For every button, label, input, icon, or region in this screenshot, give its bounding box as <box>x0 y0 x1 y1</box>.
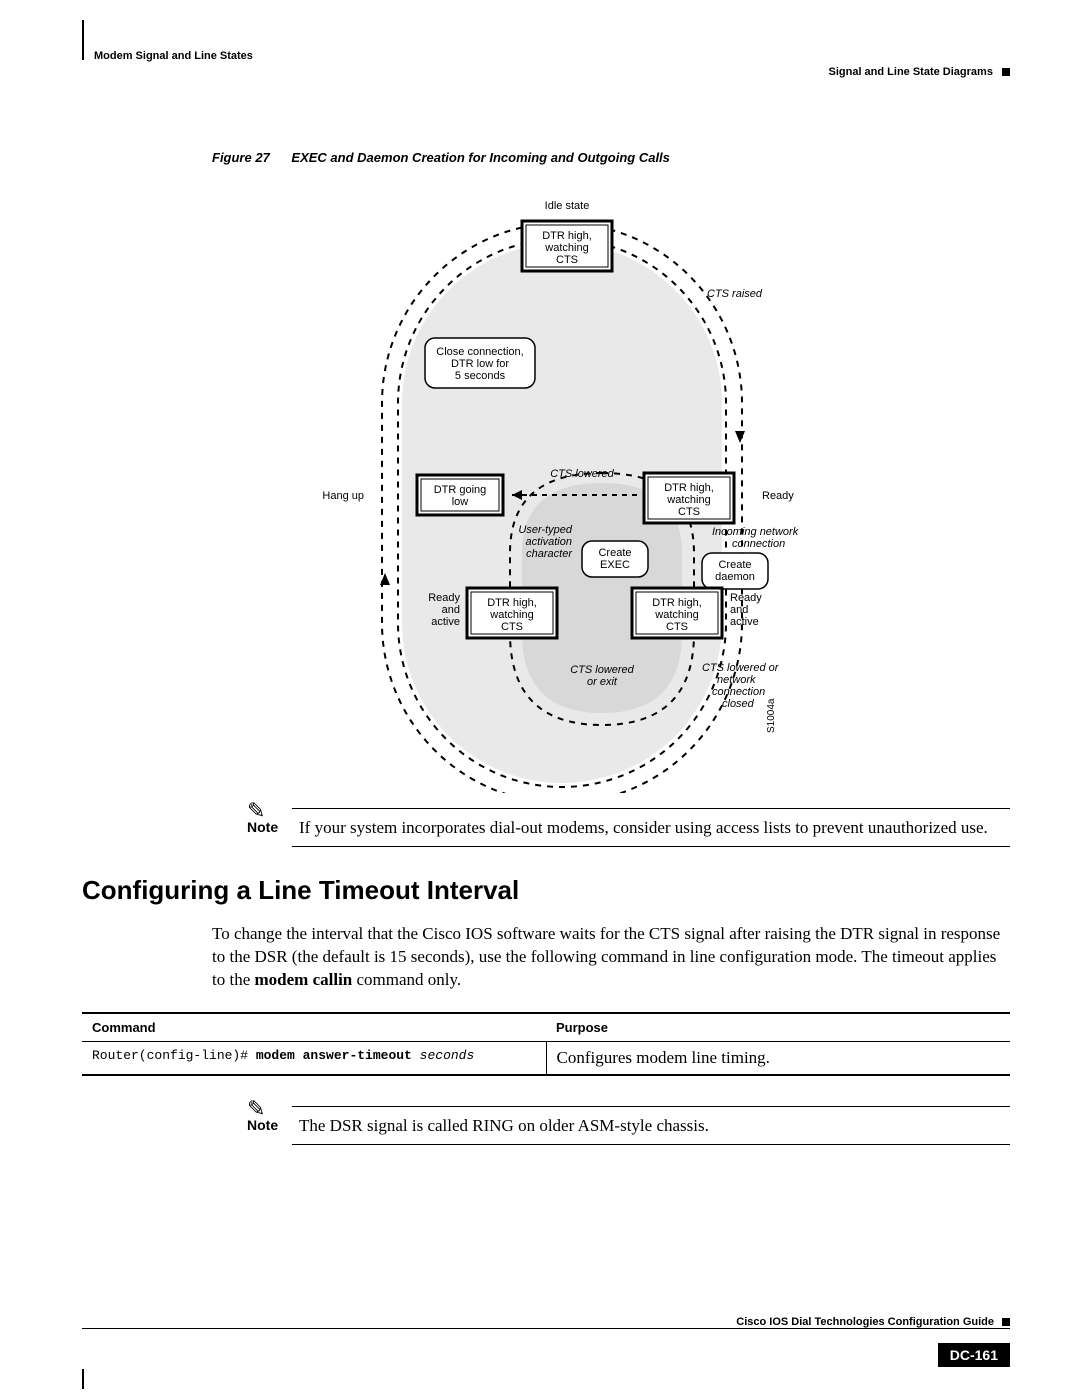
svg-text:DTR high,: DTR high, <box>652 597 702 609</box>
table-row: Router(config-line)# modem answer-timeou… <box>82 1041 1010 1075</box>
svg-text:connection: connection <box>712 686 765 698</box>
note-1: ✎ Note If your system incorporates dial-… <box>192 808 1010 847</box>
svg-text:Ready: Ready <box>428 592 460 604</box>
command-table: Command Purpose Router(config-line)# mod… <box>82 1012 1010 1076</box>
svg-text:User-typed: User-typed <box>518 524 572 536</box>
running-header: Modem Signal and Line States Signal and … <box>82 30 1010 90</box>
svg-text:CTS lowered or: CTS lowered or <box>702 662 780 674</box>
cmd-name: modem answer-timeout <box>256 1048 412 1063</box>
page: Modem Signal and Line States Signal and … <box>0 0 1080 1397</box>
bottom-crop-mark <box>82 1369 84 1389</box>
header-chapter: Modem Signal and Line States <box>94 50 253 62</box>
svg-text:and: and <box>442 604 460 616</box>
svg-text:watching: watching <box>666 494 710 506</box>
svg-text:active: active <box>730 616 759 628</box>
svg-text:watching: watching <box>489 609 533 621</box>
state-diagram: DTR high, watching CTS Idle state CTS ra… <box>302 173 822 798</box>
label-cts-raised: CTS raised <box>707 288 763 300</box>
svg-text:watching: watching <box>544 242 588 254</box>
th-purpose: Purpose <box>546 1013 1010 1042</box>
svg-text:activation: activation <box>526 536 572 548</box>
td-purpose: Configures modem line timing. <box>546 1041 1010 1075</box>
label-ready: Ready <box>762 490 794 502</box>
svg-text:character: character <box>526 548 573 560</box>
note-text: The DSR signal is called RING on older A… <box>299 1115 1010 1138</box>
header-square-icon <box>1002 68 1010 76</box>
svg-text:Close connection,: Close connection, <box>436 346 523 358</box>
th-command: Command <box>82 1013 546 1042</box>
svg-text:CTS: CTS <box>501 621 523 633</box>
svg-text:daemon: daemon <box>715 571 755 583</box>
svg-text:network: network <box>717 674 756 686</box>
pencil-icon: ✎ <box>247 798 265 824</box>
cmd-prompt: Router(config-line)# <box>92 1048 256 1063</box>
svg-text:Create: Create <box>598 547 631 559</box>
footer-square-icon <box>1002 1318 1010 1326</box>
label-cts-lowered-mid: CTS lowered <box>550 468 614 480</box>
pencil-icon: ✎ <box>247 1096 265 1122</box>
td-command: Router(config-line)# modem answer-timeou… <box>82 1041 546 1075</box>
svg-text:CTS: CTS <box>556 254 578 266</box>
label-dtr-top: DTR high, <box>542 230 592 242</box>
svg-text:DTR going: DTR going <box>434 484 487 496</box>
svg-text:5 seconds: 5 seconds <box>455 370 506 382</box>
svg-text:Create: Create <box>718 559 751 571</box>
section-heading: Configuring a Line Timeout Interval <box>82 875 1010 906</box>
svg-text:CTS: CTS <box>666 621 688 633</box>
svg-text:watching: watching <box>654 609 698 621</box>
svg-text:closed: closed <box>722 698 755 710</box>
svg-text:or exit: or exit <box>587 676 618 688</box>
svg-text:low: low <box>452 496 469 508</box>
svg-text:connection: connection <box>732 538 785 550</box>
header-section: Signal and Line State Diagrams <box>829 66 1011 78</box>
svg-text:CTS lowered: CTS lowered <box>570 664 634 676</box>
svg-text:active: active <box>431 616 460 628</box>
svg-text:EXEC: EXEC <box>600 559 630 571</box>
body-post: command only. <box>352 970 461 989</box>
label-hang-up: Hang up <box>322 490 364 502</box>
figure-number: Figure 27 <box>212 150 270 165</box>
figure-caption: Figure 27 EXEC and Daemon Creation for I… <box>212 150 1010 165</box>
state-diagram-svg: DTR high, watching CTS Idle state CTS ra… <box>302 173 822 793</box>
body-paragraph: To change the interval that the Cisco IO… <box>212 923 1010 992</box>
footer-guide: Cisco IOS Dial Technologies Configuratio… <box>736 1316 994 1328</box>
svg-text:Ready: Ready <box>730 592 762 604</box>
page-number: DC-161 <box>938 1343 1010 1367</box>
svg-text:DTR high,: DTR high, <box>664 482 714 494</box>
cmd-arg: seconds <box>412 1048 474 1063</box>
footer: Cisco IOS Dial Technologies Configuratio… <box>82 1316 1010 1367</box>
label-idle-state: Idle state <box>545 200 590 212</box>
svg-text:CTS: CTS <box>678 506 700 518</box>
svg-text:DTR high,: DTR high, <box>487 597 537 609</box>
note-2: ✎ Note The DSR signal is called RING on … <box>192 1106 1010 1145</box>
svg-text:and: and <box>730 604 748 616</box>
header-section-text: Signal and Line State Diagrams <box>829 66 993 78</box>
note-text: If your system incorporates dial-out mod… <box>299 817 1010 840</box>
svg-text:DTR low for: DTR low for <box>451 358 509 370</box>
body-bold: modem callin <box>255 970 353 989</box>
figure-title: EXEC and Daemon Creation for Incoming an… <box>291 150 669 165</box>
diagram-id: S1004a <box>766 698 777 733</box>
svg-text:Incoming network: Incoming network <box>712 526 799 538</box>
